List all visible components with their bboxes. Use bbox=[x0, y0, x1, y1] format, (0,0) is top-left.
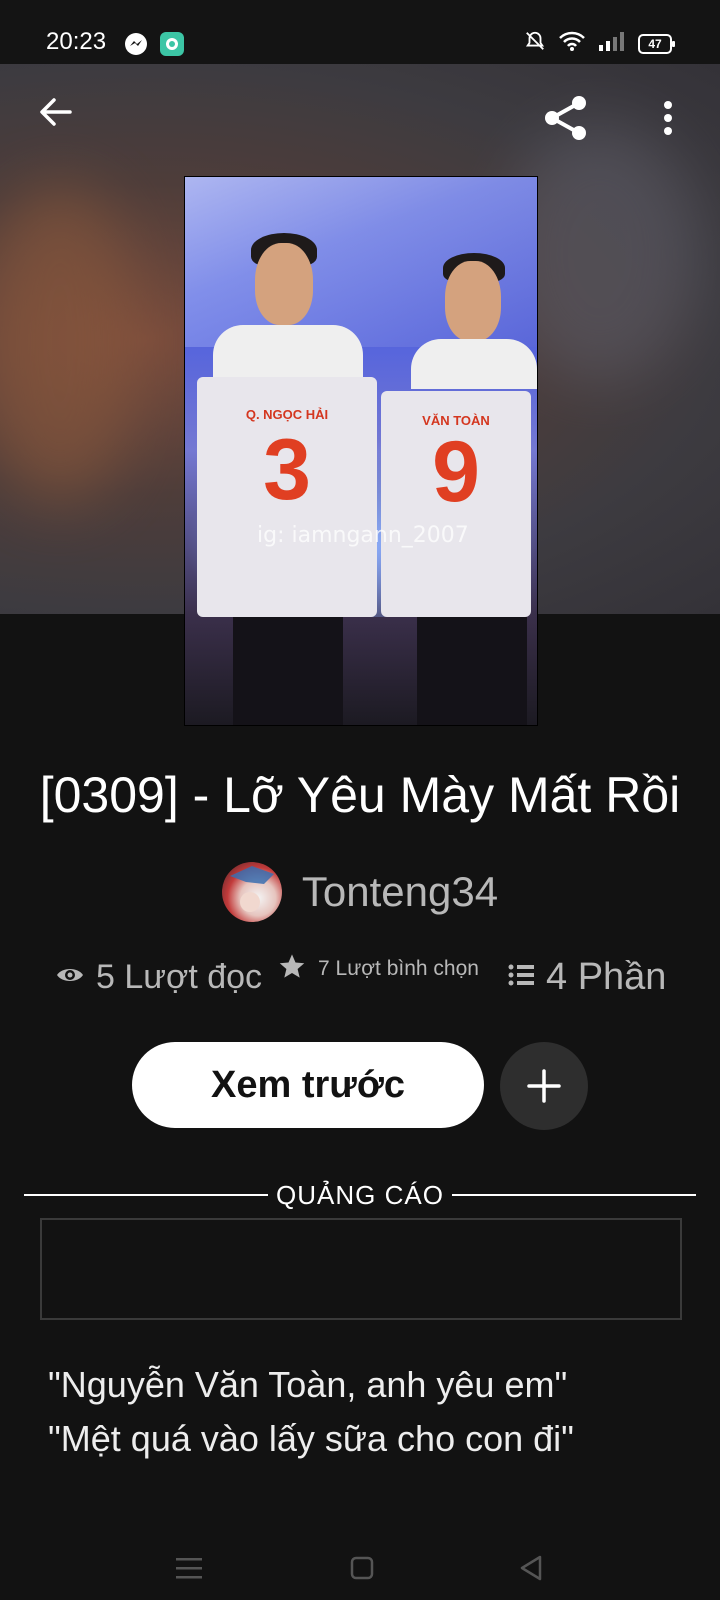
list-icon bbox=[508, 963, 534, 992]
status-bar: 20:23 47 bbox=[0, 0, 720, 64]
back-arrow-icon[interactable] bbox=[38, 94, 74, 135]
jersey-left-number: 3 bbox=[263, 422, 311, 518]
cover-watermark: ig: iamngann_2007 bbox=[257, 523, 469, 548]
home-nav-icon[interactable] bbox=[350, 1556, 374, 1585]
menu-nav-icon[interactable] bbox=[176, 1558, 202, 1585]
votes-stat: 7 Lượt bình chọn bbox=[278, 952, 479, 985]
author-row[interactable]: Tonteng34 bbox=[0, 862, 720, 922]
votes-count: 7 Lượt bình chọn bbox=[318, 956, 479, 980]
jersey-left-name: Q. NGỌC HẢI bbox=[245, 407, 329, 422]
cover-person-right: VĂN TOÀN 9 bbox=[375, 177, 537, 725]
reads-count: 5 Lượt đọc bbox=[96, 958, 263, 996]
description-line-1: "Nguyễn Văn Toàn, anh yêu em" bbox=[48, 1364, 568, 1405]
chat-app-icon bbox=[160, 32, 184, 56]
description-line-2: "Mệt quá vào lấy sữa cho con đi" bbox=[48, 1418, 574, 1459]
share-icon[interactable] bbox=[542, 94, 590, 147]
status-time: 20:23 bbox=[46, 28, 107, 55]
more-options-icon[interactable] bbox=[662, 100, 674, 141]
status-icons: 47 bbox=[524, 30, 675, 57]
system-nav-bar bbox=[0, 1520, 720, 1600]
parts-count: 4 Phần bbox=[546, 956, 667, 998]
signal-icon bbox=[598, 30, 626, 57]
reads-stat: 5 Lượt đọc bbox=[56, 958, 262, 997]
add-to-library-button[interactable] bbox=[500, 1042, 588, 1130]
eye-icon bbox=[56, 965, 84, 990]
cover-person-left: Q. NGỌC HẢI 3 bbox=[185, 177, 377, 725]
author-avatar[interactable] bbox=[221, 862, 282, 922]
star-icon bbox=[278, 952, 306, 985]
story-title: [0309] - Lỡ Yêu Mày Mất Rồi bbox=[39, 767, 681, 823]
preview-button[interactable]: Xem trước bbox=[132, 1042, 484, 1128]
battery-indicator: 47 bbox=[638, 33, 675, 54]
back-nav-icon[interactable] bbox=[518, 1554, 544, 1587]
wifi-icon bbox=[558, 30, 586, 57]
jersey-right: VĂN TOÀN 9 bbox=[381, 391, 531, 617]
jersey-right-number: 9 bbox=[432, 424, 480, 520]
plus-icon bbox=[526, 1068, 562, 1109]
parts-stat: 4 Phần bbox=[508, 956, 666, 999]
ad-slot[interactable] bbox=[40, 1218, 682, 1320]
jersey-left: Q. NGỌC HẢI 3 bbox=[197, 377, 377, 617]
mute-bell-icon bbox=[524, 30, 546, 57]
ad-label: QUẢNG CÁO bbox=[276, 1180, 444, 1210]
author-name[interactable]: Tonteng34 bbox=[302, 868, 498, 916]
book-cover[interactable]: Q. NGỌC HẢI 3 VĂN TOÀN 9 ig: iamngann_20… bbox=[184, 176, 538, 726]
messenger-icon bbox=[124, 32, 148, 56]
